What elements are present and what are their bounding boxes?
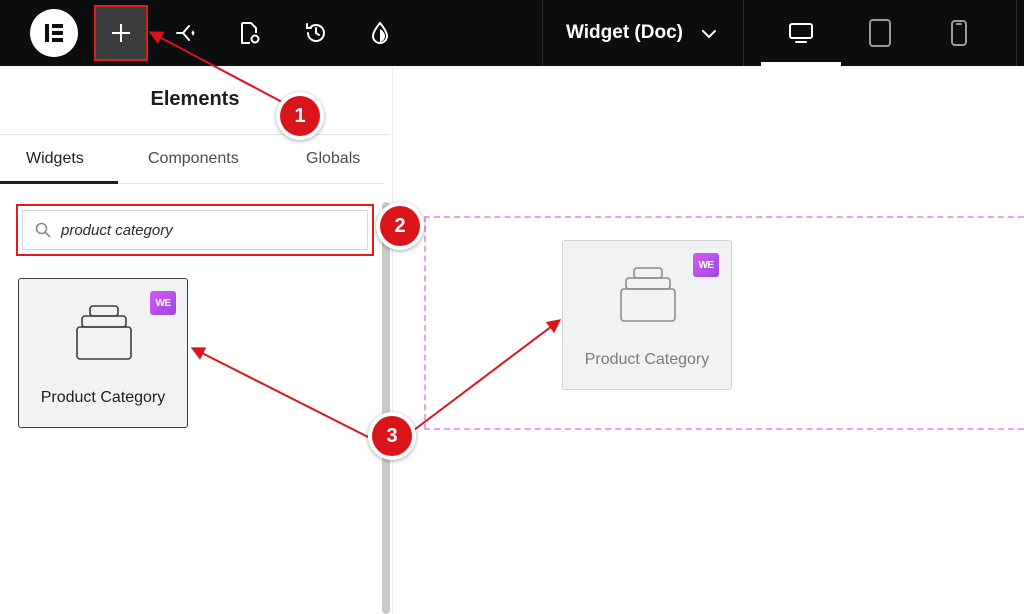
structure-navigator-button[interactable] (158, 0, 214, 66)
product-category-icon (76, 305, 132, 360)
annotation-marker-1: 1 (276, 92, 324, 140)
elementor-logo[interactable] (30, 9, 78, 57)
panel-scrollbar[interactable] (382, 202, 390, 614)
widget-label: Product Category (40, 389, 166, 406)
history-icon (306, 23, 325, 42)
desktop-icon (789, 23, 813, 43)
active-tab-indicator (0, 181, 118, 184)
panel-divider (0, 134, 390, 135)
editor-top-bar: Widget (Doc) (0, 0, 1024, 66)
product-category-icon (620, 267, 676, 322)
tab-components[interactable]: Components (148, 150, 239, 168)
marker-number: 2 (380, 206, 420, 246)
marker-number: 1 (280, 96, 320, 136)
search-input-value[interactable]: product category (61, 222, 173, 239)
tab-globals[interactable]: Globals (306, 150, 360, 168)
search-icon (35, 222, 51, 238)
tablet-icon (869, 19, 891, 47)
widget-product-category[interactable]: WE Product Category (18, 278, 188, 428)
canvas-widget-product-category[interactable]: WE Product Category (562, 240, 732, 390)
tab-widgets[interactable]: Widgets (26, 150, 84, 168)
device-desktop-button[interactable] (761, 0, 841, 66)
chevron-down-icon[interactable] (697, 22, 721, 46)
structure-navigator-icon (176, 25, 195, 41)
topbar-divider (743, 0, 744, 66)
widget-label: Product Category (584, 351, 710, 368)
mobile-icon (951, 20, 967, 46)
pro-badge: WE (150, 291, 176, 315)
search-highlight-box: product category (16, 204, 374, 256)
annotation-marker-3: 3 (368, 412, 416, 460)
panel-title: Elements (150, 88, 240, 110)
page-settings-button[interactable] (222, 0, 278, 66)
document-title[interactable]: Widget (Doc) (566, 0, 683, 66)
search-input[interactable]: product category (22, 210, 368, 250)
device-mobile-button[interactable] (920, 0, 998, 66)
site-settings-button[interactable] (352, 0, 408, 66)
device-tablet-button[interactable] (841, 0, 919, 66)
site-settings-icon (371, 21, 389, 44)
annotation-marker-2: 2 (376, 202, 424, 250)
page-settings-icon (241, 22, 260, 44)
topbar-divider (542, 0, 543, 66)
add-element-button[interactable] (94, 5, 148, 61)
topbar-divider (1016, 0, 1017, 66)
marker-number: 3 (372, 416, 412, 456)
elements-panel: Elements Widgets Components Globals prod… (0, 66, 392, 614)
elementor-logo-icon (45, 24, 63, 42)
plus-icon (112, 24, 130, 42)
history-button[interactable] (288, 0, 344, 66)
pro-badge: WE (693, 253, 719, 277)
